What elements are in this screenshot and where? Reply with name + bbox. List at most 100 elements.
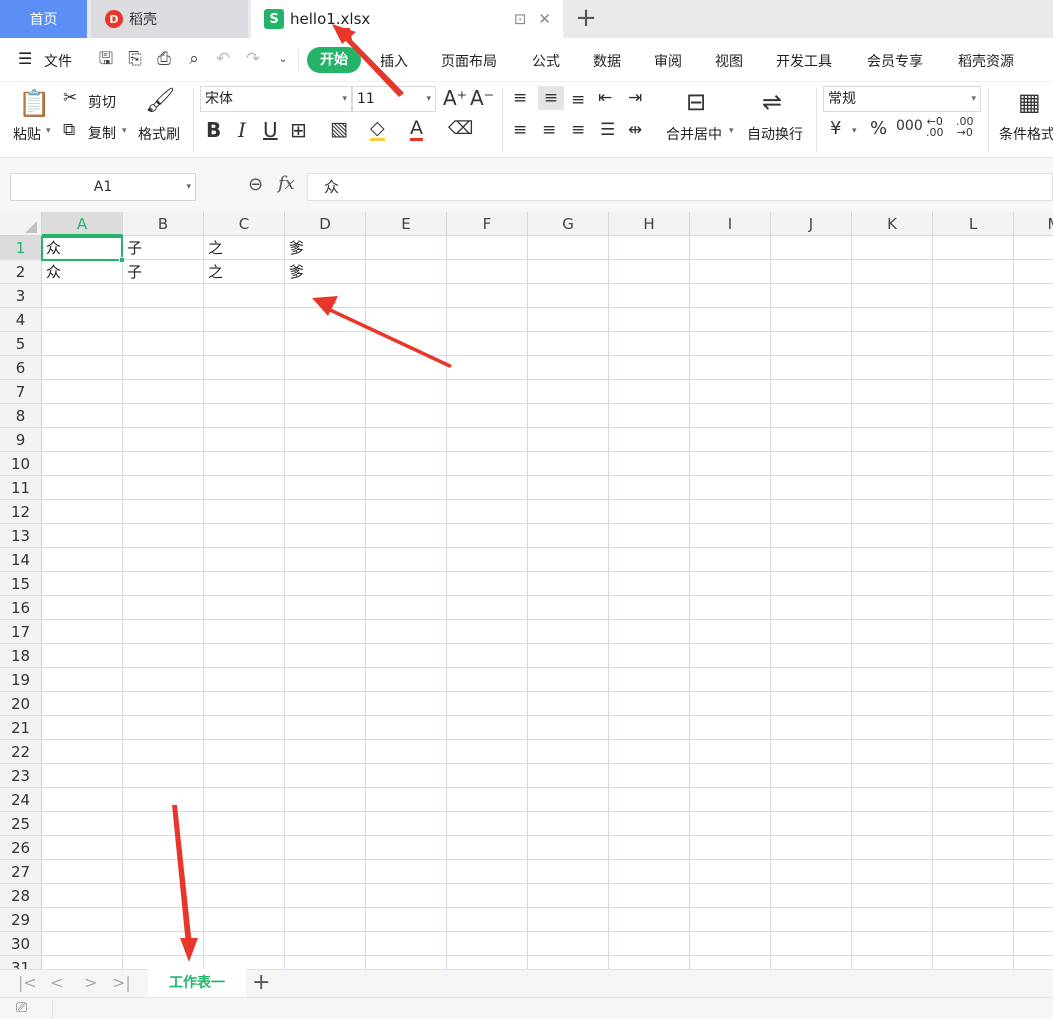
column-header-c[interactable]: C — [204, 212, 285, 236]
font-color-icon[interactable]: A — [410, 118, 423, 141]
row-header-11[interactable]: 11 — [0, 476, 42, 500]
row-header-7[interactable]: 7 — [0, 380, 42, 404]
indent-decrease-icon[interactable]: ⇤ — [598, 88, 612, 108]
column-header-d[interactable]: D — [285, 212, 366, 236]
fill-pattern-icon[interactable]: ▧ — [330, 118, 348, 140]
macro-record-icon[interactable]: ⎚ — [16, 1000, 27, 1016]
decrease-font-icon[interactable]: A⁻ — [470, 86, 494, 110]
row-header-29[interactable]: 29 — [0, 908, 42, 932]
thousands-icon[interactable]: 000 — [896, 118, 923, 134]
print-preview-icon[interactable]: ⌕ — [184, 49, 204, 69]
save-icon[interactable]: 🖫 — [96, 49, 116, 69]
paste-button[interactable]: 粘贴 — [13, 124, 41, 144]
copy-button[interactable]: 复制 — [88, 123, 116, 143]
percent-icon[interactable]: % — [870, 118, 887, 139]
row-header-2[interactable]: 2 — [0, 260, 42, 284]
menu-file[interactable]: 文件 — [44, 51, 72, 71]
align-bottom-icon[interactable]: ≡ — [571, 90, 585, 110]
eraser-icon[interactable]: ⌫ — [448, 118, 473, 139]
bold-button[interactable]: B — [206, 118, 221, 142]
align-top-icon[interactable]: ≡ — [513, 88, 527, 108]
menu-developer[interactable]: 开发工具 — [776, 51, 832, 71]
spreadsheet-grid[interactable]: ABCDEFGHIJKLM 12345678910111213141516171… — [0, 212, 1053, 970]
align-middle-icon[interactable]: ≡ — [538, 86, 564, 110]
cell-d1[interactable]: 爹 — [285, 236, 366, 260]
sheet-tab[interactable]: 工作表一 — [148, 969, 246, 998]
tab-file[interactable]: S hello1.xlsx ⊡ ✕ — [251, 0, 563, 38]
decrease-decimal-icon[interactable]: .00 →0 — [956, 116, 974, 138]
cell-c1[interactable]: 之 — [204, 236, 285, 260]
column-header-h[interactable]: H — [609, 212, 690, 236]
export-pdf-icon[interactable]: ⎘ — [125, 49, 145, 69]
column-header-m[interactable]: M — [1014, 212, 1053, 236]
row-header-9[interactable]: 9 — [0, 428, 42, 452]
print-icon[interactable]: ⎙ — [154, 49, 174, 69]
undo-icon[interactable]: ↶ — [213, 49, 233, 69]
row-header-20[interactable]: 20 — [0, 692, 42, 716]
justify-icon[interactable]: ☰ — [600, 120, 615, 140]
increase-decimal-icon[interactable]: ←0.00 — [926, 116, 944, 138]
fill-color-icon[interactable]: ◇ — [370, 118, 385, 141]
row-header-24[interactable]: 24 — [0, 788, 42, 812]
tab-home[interactable]: 首页 — [0, 0, 87, 38]
column-header-j[interactable]: J — [771, 212, 852, 236]
column-header-e[interactable]: E — [366, 212, 447, 236]
row-header-10[interactable]: 10 — [0, 452, 42, 476]
column-header-a[interactable]: A — [42, 212, 123, 236]
wrap-text-button[interactable]: 自动换行 — [747, 124, 803, 144]
menu-view[interactable]: 视图 — [715, 51, 743, 71]
menu-page-layout[interactable]: 页面布局 — [441, 51, 497, 71]
row-header-22[interactable]: 22 — [0, 740, 42, 764]
select-all-corner[interactable] — [0, 212, 42, 236]
cell-d2[interactable]: 爹 — [285, 260, 366, 284]
fill-handle[interactable] — [119, 257, 125, 263]
prev-sheet-icon[interactable]: < — [50, 973, 63, 992]
new-tab-button[interactable]: + — [574, 4, 598, 32]
cell-b1[interactable]: 子 — [123, 236, 204, 260]
column-header-g[interactable]: G — [528, 212, 609, 236]
row-header-13[interactable]: 13 — [0, 524, 42, 548]
formula-input[interactable]: 众 — [307, 173, 1053, 201]
close-tab-icon[interactable]: ✕ — [538, 10, 551, 28]
row-header-26[interactable]: 26 — [0, 836, 42, 860]
zoom-function-icon[interactable]: ⊖ — [248, 174, 263, 195]
pin-window-icon[interactable]: ⊡ — [514, 10, 527, 28]
row-header-30[interactable]: 30 — [0, 932, 42, 956]
row-header-16[interactable]: 16 — [0, 596, 42, 620]
font-size-select[interactable]: 11 ▾ — [352, 86, 436, 112]
column-header-f[interactable]: F — [447, 212, 528, 236]
row-header-21[interactable]: 21 — [0, 716, 42, 740]
italic-button[interactable]: I — [238, 118, 246, 142]
row-header-18[interactable]: 18 — [0, 644, 42, 668]
align-left-icon[interactable]: ≡ — [513, 120, 527, 140]
indent-increase-icon[interactable]: ⇥ — [628, 88, 642, 108]
row-header-28[interactable]: 28 — [0, 884, 42, 908]
menu-review[interactable]: 审阅 — [654, 51, 682, 71]
row-header-19[interactable]: 19 — [0, 668, 42, 692]
cut-button[interactable]: 剪切 — [88, 92, 116, 112]
currency-icon[interactable]: ¥ — [830, 118, 841, 139]
menu-data[interactable]: 数据 — [593, 51, 621, 71]
column-header-i[interactable]: I — [690, 212, 771, 236]
align-center-icon[interactable]: ≡ — [542, 120, 556, 140]
font-name-select[interactable]: 宋体 ▾ — [200, 86, 352, 112]
add-sheet-button[interactable]: + — [252, 970, 270, 996]
underline-button[interactable]: U — [263, 118, 278, 142]
tab-daoke[interactable]: D 稻壳 — [91, 0, 248, 38]
distribute-icon[interactable]: ⇹ — [628, 120, 642, 140]
row-header-1[interactable]: 1 — [0, 236, 42, 260]
row-header-5[interactable]: 5 — [0, 332, 42, 356]
increase-font-icon[interactable]: A⁺ — [443, 86, 467, 110]
cell-c2[interactable]: 之 — [204, 260, 285, 284]
paste-icon[interactable]: 📋 — [18, 88, 50, 120]
column-header-l[interactable]: L — [933, 212, 1014, 236]
cell-b2[interactable]: 子 — [123, 260, 204, 284]
cell-a2[interactable]: 众 — [42, 260, 123, 284]
insert-function-button[interactable]: fx — [278, 173, 295, 194]
row-header-25[interactable]: 25 — [0, 812, 42, 836]
last-sheet-icon[interactable]: >| — [112, 973, 131, 992]
next-sheet-icon[interactable]: > — [84, 973, 97, 992]
menu-formula[interactable]: 公式 — [532, 51, 560, 71]
row-header-12[interactable]: 12 — [0, 500, 42, 524]
conditional-format-button[interactable]: 条件格式 — [999, 124, 1053, 144]
